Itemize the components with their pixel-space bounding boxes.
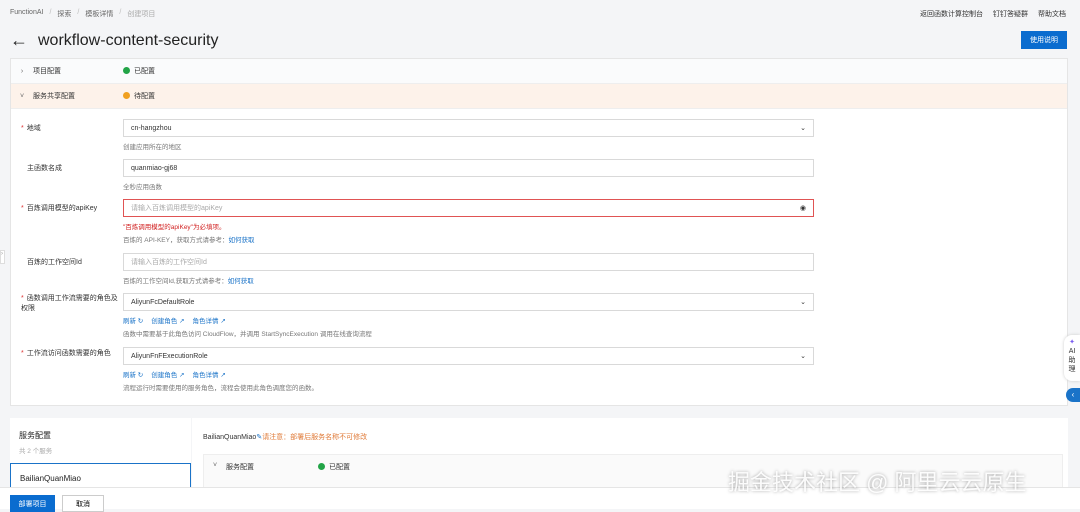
cancel-button[interactable]: 取消 — [62, 495, 104, 512]
region-select[interactable]: cn-hangzhou ⌄ — [123, 119, 814, 137]
apikey-error: "百炼调用模型的apiKey"为必填项。 — [123, 224, 226, 231]
crumb-explore[interactable]: 探索 — [57, 9, 71, 19]
section-shared-config[interactable]: ˅ 服务共享配置 待配置 — [11, 84, 1067, 109]
service-notice: 请注意：部署后服务名称不可修改 — [262, 434, 368, 441]
sparkle-icon: ✦ — [1069, 339, 1075, 346]
section-project-config[interactable]: › 项目配置 已配置 — [11, 59, 1067, 84]
create-role-link[interactable]: 创建角色 ↗ — [151, 369, 184, 379]
deploy-button[interactable]: 部署项目 — [10, 495, 55, 512]
page-header: ← workflow-content-security — [10, 30, 219, 51]
apikey-input[interactable]: 请输入百炼调用模型的apiKey ◉ — [123, 199, 814, 217]
refresh-link[interactable]: 刷新 ↻ — [123, 369, 143, 379]
fnf-role-label: * 工作流访问函数需要的角色 — [21, 350, 111, 357]
crumb-current: 创建项目 — [127, 11, 156, 18]
back-arrow-icon[interactable]: ← — [10, 30, 28, 51]
service-count: 共 2 个服务 — [19, 448, 53, 455]
apikey-label: * 百炼调用模型的apiKey — [21, 205, 98, 212]
collapse-icon[interactable]: ‹ — [1066, 388, 1080, 402]
refresh-link[interactable]: 刷新 ↻ — [123, 315, 143, 325]
role-detail-link[interactable]: 角色详情 ↗ — [193, 315, 226, 325]
separator: / — [77, 9, 80, 16]
back-console-link[interactable]: 返回函数计算控制台 — [920, 9, 983, 19]
status-text: 待配置 — [134, 93, 155, 100]
top-links: 返回函数计算控制台 钉钉答疑群 帮助文档 — [920, 9, 1066, 19]
chevron-down-icon: ˅ — [212, 462, 218, 469]
status-badge: 待配置 — [123, 91, 155, 101]
service-panel-title: 服务配置 — [19, 431, 51, 440]
section-label: 服务共享配置 — [33, 93, 75, 100]
service-name: BailianQuanMiao — [203, 434, 257, 441]
apikey-help: 百炼的 API-KEY，获取方式请参考：如何获取 — [123, 237, 255, 244]
eye-icon[interactable]: ◉ — [800, 204, 806, 212]
workspace-help: 百炼的工作空间Id,获取方式请参考：如何获取 — [123, 278, 254, 285]
workspace-input[interactable]: 请输入百炼的工作空间Id — [123, 253, 814, 271]
crumb-template[interactable]: 模板详情 — [85, 9, 113, 19]
main-function-input[interactable]: quanmiao-gj68 — [123, 159, 814, 177]
status-text: 已配置 — [134, 68, 155, 75]
region-label: * 地域 — [21, 125, 41, 132]
breadcrumb: FunctionAI / 探索 / 模板详情 / 创建项目 — [10, 9, 155, 19]
chevron-down-icon: ˅ — [19, 92, 25, 100]
ai-assistant-label: AI助理 — [1068, 348, 1076, 373]
service-name-row: BailianQuanMiao✎请注意：部署后服务名称不可修改 — [203, 432, 367, 442]
check-icon — [123, 67, 130, 74]
help-docs-link[interactable]: 帮助文档 — [1038, 9, 1066, 19]
fc-role-help: 函数中需要基于此角色访问 CloudFlow，并调用 StartSyncExec… — [123, 331, 372, 338]
dingtalk-link[interactable]: 钉钉答疑群 — [993, 9, 1028, 19]
chevron-down-icon: ⌄ — [800, 125, 806, 132]
status-text: 已配置 — [329, 464, 350, 471]
section-label: 服务配置 — [226, 464, 254, 471]
status-badge: 已配置 — [318, 462, 350, 472]
page-title: workflow-content-security — [38, 31, 219, 49]
workspace-label: 百炼的工作空间Id — [27, 259, 82, 266]
crumb-functionai[interactable]: FunctionAI — [10, 9, 43, 19]
role-detail-link[interactable]: 角色详情 ↗ — [193, 369, 226, 379]
fnf-role-help: 流程运行时需要使用的服务角色，流程会使用此角色调度您的函数。 — [123, 385, 318, 392]
fc-role-label: * 函数调用工作流需要的角色及权限 — [21, 295, 118, 312]
section-label: 项目配置 — [33, 68, 61, 75]
separator: / — [119, 9, 122, 16]
fc-role-actions: 刷新 ↻ 创建角色 ↗ 角色详情 ↗ — [123, 315, 226, 325]
how-to-get-link[interactable]: 如何获取 — [228, 278, 254, 285]
fc-role-select[interactable]: AliyunFcDefaultRole ⌄ — [123, 293, 814, 311]
check-icon — [318, 463, 325, 470]
warning-icon — [123, 92, 130, 99]
fnf-role-actions: 刷新 ↻ 创建角色 ↗ 角色详情 ↗ — [123, 369, 226, 379]
region-help: 创建应用所在的地区 — [123, 144, 182, 151]
status-badge: 已配置 — [123, 66, 155, 76]
main-function-help: 全秒应用函数 — [123, 184, 162, 191]
service-list-panel: 服务配置 共 2 个服务 BailianQuanMiao — [10, 418, 191, 493]
fnf-role-select[interactable]: AliyunFnFExecutionRole ⌄ — [123, 347, 814, 365]
chevron-down-icon: ⌄ — [800, 353, 806, 360]
chevron-right-icon: › — [20, 67, 24, 75]
usage-button[interactable]: 使用说明 — [1021, 31, 1067, 49]
config-card: › 项目配置 已配置 ˅ 服务共享配置 待配置 * 地域 cn-hangzhou ⌄… — [10, 58, 1068, 406]
side-expand-handle[interactable]: › — [0, 250, 5, 264]
separator: / — [49, 9, 52, 16]
main-function-label: 主函数名成 — [27, 165, 62, 172]
chevron-down-icon: ⌄ — [800, 299, 806, 306]
create-role-link[interactable]: 创建角色 ↗ — [151, 315, 184, 325]
ai-assistant-button[interactable]: ✦ AI助理 — [1064, 335, 1080, 381]
watermark: 掘金技术社区 @ 阿里云云原生 — [728, 470, 1027, 495]
how-to-get-link[interactable]: 如何获取 — [228, 237, 254, 244]
